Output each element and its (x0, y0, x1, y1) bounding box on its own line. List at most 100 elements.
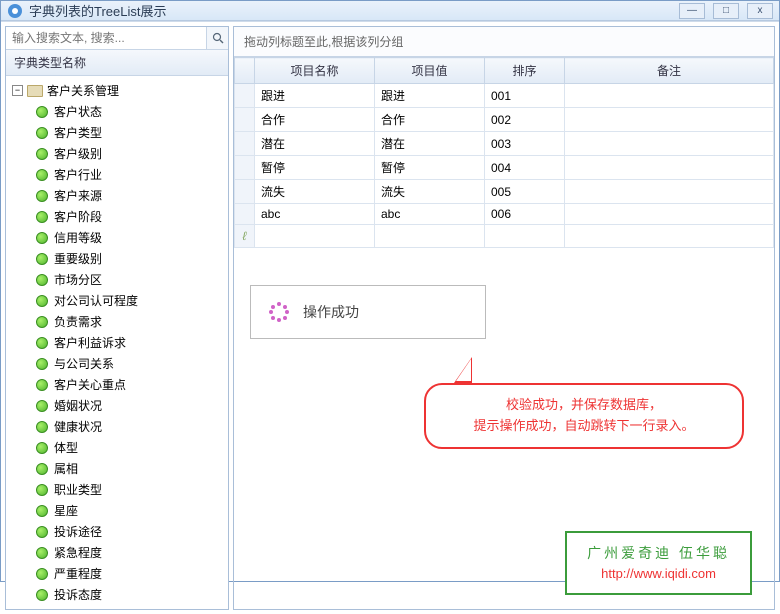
status-dot-icon (36, 274, 48, 286)
cell-value[interactable]: abc (375, 204, 485, 225)
cell-name[interactable]: abc (255, 204, 375, 225)
status-dot-icon (36, 232, 48, 244)
tree-item[interactable]: 对公司认可程度 (36, 290, 226, 311)
cell-remark[interactable] (565, 84, 774, 108)
cell-value[interactable]: 暂停 (375, 156, 485, 180)
cell-value[interactable]: 合作 (375, 108, 485, 132)
footer-url[interactable]: http://www.iqidi.com (587, 564, 730, 584)
tree-item[interactable]: 客户行业 (36, 164, 226, 185)
minimize-button[interactable]: — (679, 3, 705, 19)
tree-item[interactable]: 客户级别 (36, 143, 226, 164)
window-body: 字典类型名称 − 客户关系管理 客户状态客户类型客户级别客户行业客户来源客户阶段… (1, 21, 779, 614)
tree-item[interactable]: 严重程度 (36, 563, 226, 584)
tree-item[interactable]: 属相 (36, 458, 226, 479)
tree-item[interactable]: 职业类型 (36, 479, 226, 500)
cell-sort[interactable]: 005 (485, 180, 565, 204)
table-row[interactable]: 跟进跟进001 (235, 84, 774, 108)
edit-cell-value[interactable] (375, 225, 485, 248)
cell-sort[interactable]: 001 (485, 84, 565, 108)
cell-remark[interactable] (565, 156, 774, 180)
cell-value[interactable]: 跟进 (375, 84, 485, 108)
row-indicator[interactable] (235, 108, 255, 132)
group-by-bar[interactable]: 拖动列标题至此,根据该列分组 (234, 27, 774, 57)
window-title: 字典列表的TreeList展示 (29, 1, 679, 20)
tree-item[interactable]: 投诉途径 (36, 521, 226, 542)
search-button[interactable] (206, 27, 228, 49)
tree-item-label: 星座 (54, 502, 78, 519)
status-dot-icon (36, 547, 48, 559)
app-window: 字典列表的TreeList展示 — □ x 字典类型名称 − 客户关系管理 (0, 0, 780, 582)
search-input[interactable] (6, 27, 206, 49)
tree-item[interactable]: 投诉态度 (36, 584, 226, 605)
tree-item-label: 重要级别 (54, 250, 102, 267)
cell-remark[interactable] (565, 204, 774, 225)
cell-name[interactable]: 流失 (255, 180, 375, 204)
edit-cell-remark[interactable] (565, 225, 774, 248)
tree-item[interactable]: 紧急程度 (36, 542, 226, 563)
tree-item[interactable]: 体型 (36, 437, 226, 458)
cell-sort[interactable]: 004 (485, 156, 565, 180)
cell-remark[interactable] (565, 180, 774, 204)
collapse-icon[interactable]: − (12, 85, 23, 96)
tree-item[interactable]: 客户利益诉求 (36, 332, 226, 353)
cell-name[interactable]: 跟进 (255, 84, 375, 108)
footer-author: 广州爱奇迪 伍华聪 (587, 543, 730, 564)
status-dot-icon (36, 190, 48, 202)
maximize-button[interactable]: □ (713, 3, 739, 19)
tree-item[interactable]: 客户关心重点 (36, 374, 226, 395)
row-indicator[interactable] (235, 180, 255, 204)
toast-text: 操作成功 (303, 302, 359, 322)
tree[interactable]: − 客户关系管理 客户状态客户类型客户级别客户行业客户来源客户阶段信用等级重要级… (6, 76, 228, 609)
tree-root-node[interactable]: − 客户关系管理 (8, 80, 226, 101)
callout-pointer-icon (454, 357, 472, 383)
tree-item[interactable]: 健康状况 (36, 416, 226, 437)
tree-item[interactable]: 客户阶段 (36, 206, 226, 227)
close-button[interactable]: x (747, 3, 773, 19)
cell-name[interactable]: 暂停 (255, 156, 375, 180)
tree-item[interactable]: 客户类型 (36, 122, 226, 143)
status-dot-icon (36, 589, 48, 601)
tree-item[interactable]: 客户状态 (36, 101, 226, 122)
tree-item-label: 客户来源 (54, 187, 102, 204)
cell-sort[interactable]: 003 (485, 132, 565, 156)
table-row[interactable]: 潜在潜在003 (235, 132, 774, 156)
row-indicator[interactable] (235, 132, 255, 156)
tree-item[interactable]: 市场分区 (36, 269, 226, 290)
new-row[interactable]: ℓ (235, 225, 774, 248)
cell-remark[interactable] (565, 108, 774, 132)
tree-item[interactable]: 重要级别 (36, 248, 226, 269)
table-row[interactable]: 暂停暂停004 (235, 156, 774, 180)
row-indicator[interactable] (235, 84, 255, 108)
tree-item[interactable]: 信用等级 (36, 227, 226, 248)
table-row[interactable]: abcabc006 (235, 204, 774, 225)
edit-cell-sort[interactable] (485, 225, 565, 248)
cell-name[interactable]: 合作 (255, 108, 375, 132)
row-indicator[interactable] (235, 156, 255, 180)
cell-value[interactable]: 潜在 (375, 132, 485, 156)
col-name[interactable]: 项目名称 (255, 58, 375, 84)
tree-item[interactable]: 与公司关系 (36, 353, 226, 374)
table-row[interactable]: 流失流失005 (235, 180, 774, 204)
tree-item[interactable]: 客户来源 (36, 185, 226, 206)
tree-header[interactable]: 字典类型名称 (6, 50, 228, 76)
table-row[interactable]: 合作合作002 (235, 108, 774, 132)
cell-sort[interactable]: 006 (485, 204, 565, 225)
cell-remark[interactable] (565, 132, 774, 156)
row-selector-header[interactable] (235, 58, 255, 84)
tree-item-label: 客户阶段 (54, 208, 102, 225)
cell-name[interactable]: 潜在 (255, 132, 375, 156)
col-value[interactable]: 项目值 (375, 58, 485, 84)
cell-sort[interactable]: 002 (485, 108, 565, 132)
cell-value[interactable]: 流失 (375, 180, 485, 204)
status-dot-icon (36, 526, 48, 538)
data-grid[interactable]: 项目名称 项目值 排序 备注 跟进跟进001合作合作002潜在潜在003暂停暂停… (234, 57, 774, 248)
col-remark[interactable]: 备注 (565, 58, 774, 84)
col-sort[interactable]: 排序 (485, 58, 565, 84)
tree-item[interactable]: 负责需求 (36, 311, 226, 332)
titlebar[interactable]: 字典列表的TreeList展示 — □ x (1, 1, 779, 21)
edit-cell-name[interactable] (255, 225, 375, 248)
new-name-input[interactable] (261, 228, 368, 244)
tree-item[interactable]: 婚姻状况 (36, 395, 226, 416)
tree-item[interactable]: 星座 (36, 500, 226, 521)
row-indicator[interactable] (235, 204, 255, 225)
